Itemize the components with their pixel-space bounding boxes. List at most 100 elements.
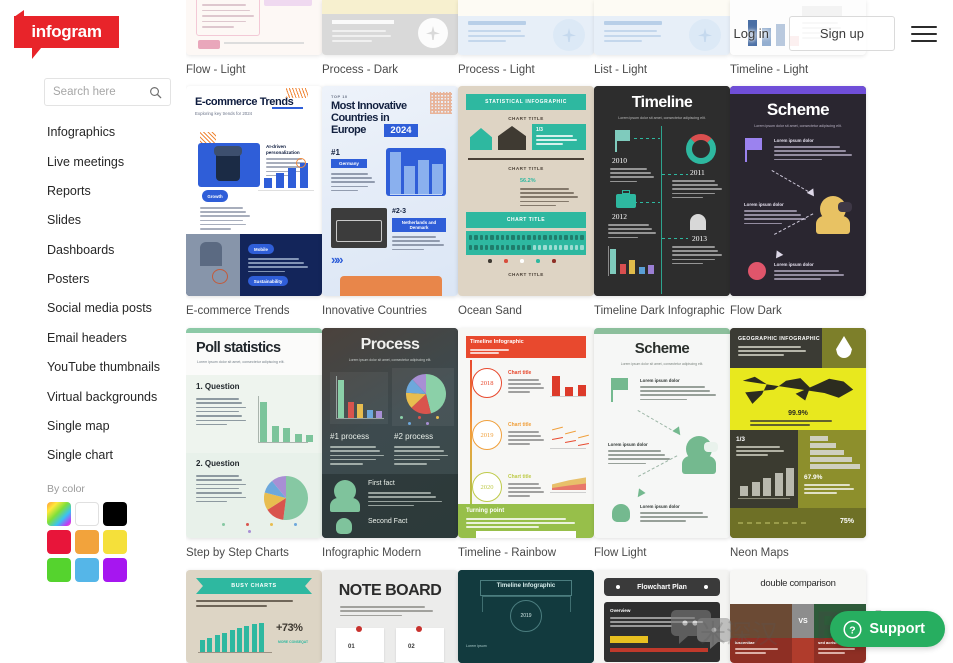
signup-button[interactable]: Sign up [788,16,895,51]
color-swatch-black[interactable] [103,502,127,526]
vr-headset [214,146,242,156]
text-line [640,516,709,518]
sidebar-item-email-headers[interactable]: Email headers [0,324,186,353]
template-thumbnail[interactable] [186,0,322,55]
pictogram-dot [511,245,515,250]
text-line [468,35,526,37]
text-line [508,443,531,445]
bar [207,638,213,652]
sidebar-item-live-meetings[interactable]: Live meetings [0,147,186,176]
color-swatch-yellow[interactable] [103,530,127,554]
sidebar-item-dashboards[interactable]: Dashboards [0,236,186,265]
hamburger-menu-icon[interactable] [911,24,937,44]
text-line [608,454,666,456]
template-thumbnail[interactable]: GEOGRAPHIC INFOGRAPHIC 99.9% 1/3 67.9% 75% [730,328,866,538]
text-line [196,492,243,494]
text-line [536,143,564,145]
pictogram-dot [474,245,478,250]
text-line [196,475,239,477]
color-swatch-rainbow[interactable] [47,502,71,526]
legend-dot [520,259,524,263]
color-swatch-purple[interactable] [103,558,127,582]
template-thumbnail[interactable] [322,0,458,55]
bar [244,626,250,652]
bar [740,486,748,496]
text-line [608,462,647,465]
text-line [608,224,649,226]
color-swatch-green[interactable] [47,558,71,582]
text-line [610,180,638,183]
template-thumbnail[interactable]: STATISTICAL INFOGRAPHIC CHART TITLE 1/3 CHA… [458,86,594,296]
legend-dot [222,523,225,526]
deco-box [264,0,312,6]
pictogram-dot [537,235,542,240]
template-thumbnail[interactable]: TOP 10 Most Innovative Countries in Europe 2… [322,86,458,296]
template-thumbnail[interactable] [458,0,594,55]
template-thumbnail[interactable]: Timeline Infographic 2018 Chart title 2019 C… [458,328,594,538]
template-thumbnail[interactable] [594,0,730,55]
template-thumbnail[interactable]: Process Lorem ipsum dolor sit amet, conse… [322,328,458,538]
sidebar-item-social-media-posts[interactable]: Social media posts [0,294,186,323]
template-thumbnail[interactable]: Poll statistics Lorem ipsum dolor sit ame… [186,328,322,538]
legend-dot [536,259,540,263]
node-label3: Lorem ipsum dolor [774,262,814,267]
template-thumbnail[interactable]: Scheme Lorem ipsum dolor sit amet, consec… [594,328,730,538]
template-thumbnail[interactable]: E-commerce Trends Exploring key trends fo… [186,86,322,296]
sidebar-item-slides[interactable]: Slides [0,206,186,235]
text-line [330,463,364,465]
card-subtitle: Lorem ipsum dolor sit amet, consectetur … [348,358,432,362]
color-swatch-red[interactable] [47,530,71,554]
card-title2: Countries in [331,112,390,124]
axis1 [550,396,586,397]
bar [214,635,220,652]
color-swatch-white[interactable] [75,502,99,526]
text-line [735,652,766,654]
bar [229,630,235,652]
color-swatch-blue[interactable] [75,558,99,582]
text-line [738,354,784,356]
axis2 [550,448,586,449]
deco-line [604,21,662,25]
text-line [604,30,657,32]
template-card: Flow - Light [186,0,322,77]
sidebar-item-single-map[interactable]: Single map [0,412,186,441]
template-label: Timeline Dark Infographic [594,305,725,317]
card-title: Timeline Infographic [496,583,556,589]
text-line [331,177,372,179]
template-label: Timeline - Light [730,64,809,76]
template-thumbnail[interactable]: NOTE BOARD 01 02 [322,570,458,663]
sidebar-item-youtube-thumbnails[interactable]: YouTube thumbnails [0,353,186,382]
sidebar-item-infographics[interactable]: Infographics [0,118,186,147]
text-line [196,415,243,417]
deco-box [198,40,220,49]
support-button[interactable]: ? Support [830,611,945,647]
search-icon [150,86,162,98]
sidebar-item-single-chart[interactable]: Single chart [0,441,186,470]
axis [738,498,790,499]
color-swatch-orange[interactable] [75,530,99,554]
template-thumbnail[interactable]: Timeline Infographic 2019 Lorem ipsum [458,570,594,663]
card-title3: Europe [331,124,366,136]
pictogram-dot [495,235,499,240]
template-thumbnail[interactable]: BUSY CHARTS +73% MORE CONSEQAT [186,570,322,663]
text-line [520,192,574,194]
sidebar-item-reports[interactable]: Reports [0,177,186,206]
search-input[interactable] [53,86,149,98]
sidebar-item-posters[interactable]: Posters [0,265,186,294]
q2-label: 2. Question [196,459,240,468]
bar-yellow [610,636,648,643]
chat-bubbles-icon[interactable] [670,606,732,654]
template-thumbnail[interactable]: Scheme Lorem ipsum dolor sit amet, consec… [730,86,866,296]
footer-dash [747,522,752,524]
infogram-logo[interactable]: infogram [14,10,119,59]
flag-pole [745,138,747,162]
login-link[interactable]: Log in [729,20,772,47]
sidebar-item-virtual-backgrounds[interactable]: Virtual backgrounds [0,382,186,411]
text-line [340,606,425,608]
chevrons: »» [331,252,343,267]
card-title: Most Innovative [331,100,407,112]
template-thumbnail[interactable]: Timeline Lorem ipsum dolor sit amet, cons… [594,86,730,296]
bar [390,152,401,194]
text-line [248,266,308,268]
search-box[interactable] [44,78,171,106]
